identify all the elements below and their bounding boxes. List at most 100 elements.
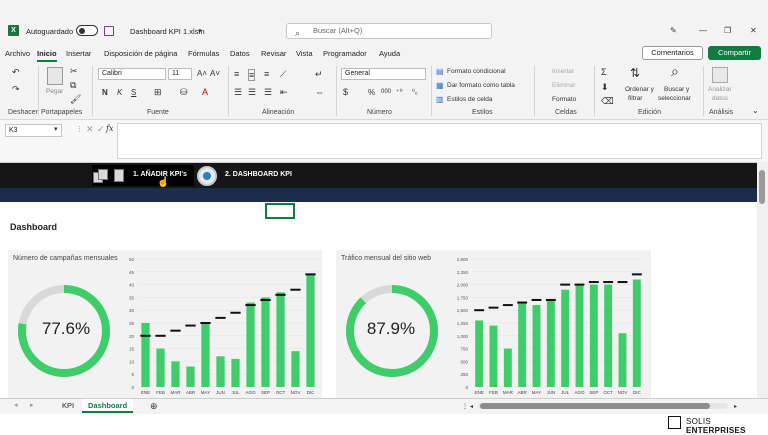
format-painter-icon[interactable]: 🖌 — [70, 94, 81, 104]
scroll-right-icon[interactable]: ▸ — [734, 402, 737, 412]
merge-icon[interactable]: ⇔ — [315, 87, 324, 97]
share-button[interactable]: Compartir — [708, 46, 761, 60]
number-format-field[interactable]: General — [341, 68, 426, 80]
menu-ayuda[interactable]: Ayuda — [379, 49, 400, 58]
analyze-label-1[interactable]: Analizar — [708, 86, 731, 93]
percent-button[interactable]: % — [368, 88, 375, 97]
horizontal-scrollbar[interactable] — [478, 403, 728, 409]
align-right-icon[interactable]: ☰ — [264, 87, 272, 97]
align-left-icon[interactable]: ☰ — [234, 87, 242, 97]
align-middle-icon[interactable]: ≡ — [248, 69, 256, 81]
cancel-icon[interactable]: ✕ — [86, 124, 94, 134]
horizontal-scroll-thumb[interactable] — [480, 403, 710, 409]
copy-icon[interactable]: ⧉ — [70, 80, 76, 90]
analyze-label-2[interactable]: datos — [712, 95, 728, 102]
more-tabs-icon[interactable]: ⋮ — [462, 402, 468, 412]
orientation-icon[interactable]: ⟋ — [280, 69, 286, 79]
indent-icon[interactable]: ⇤ — [280, 87, 288, 97]
add-sheet-icon[interactable]: ⊕ — [150, 401, 158, 411]
autosum-icon[interactable]: Σ — [601, 67, 607, 77]
underline-button[interactable]: S — [131, 88, 136, 97]
menu-inicio[interactable]: Inicio — [37, 49, 57, 62]
paste-icon[interactable] — [47, 67, 63, 85]
align-bottom-icon[interactable]: ≡ — [264, 69, 269, 79]
conditional-format-button[interactable]: Formato condicional — [447, 68, 506, 75]
pen-icon[interactable]: ✎ — [670, 26, 677, 35]
insert-function-icon[interactable]: fx — [106, 124, 113, 134]
search-box[interactable]: ⌕ Buscar (Alt+Q) — [286, 23, 492, 39]
fill-icon[interactable]: ⬇ — [601, 82, 609, 92]
menu-vista[interactable]: Vista — [296, 49, 313, 58]
vertical-scrollbar[interactable] — [757, 162, 768, 398]
menu-revisar[interactable]: Revisar — [261, 49, 286, 58]
format-as-table-button[interactable]: Dar formato como tabla — [447, 82, 515, 89]
undo-icon[interactable]: ↶ — [12, 67, 20, 77]
menu-archivo[interactable]: Archivo — [5, 49, 30, 58]
align-top-icon[interactable]: ≡ — [234, 69, 239, 79]
collapse-ribbon-icon[interactable]: ⌄ — [752, 106, 759, 116]
cut-icon[interactable]: ✂ — [70, 66, 78, 76]
increase-decimal-icon[interactable]: ⁺⁰ — [396, 88, 403, 98]
sort-filter-icon[interactable]: ⇅ — [630, 67, 640, 79]
scroll-left-icon[interactable]: ◂ — [470, 402, 473, 412]
currency-icon[interactable]: $ — [343, 87, 348, 97]
thousands-button[interactable]: 000 — [381, 89, 391, 95]
bold-button[interactable]: N — [102, 88, 108, 97]
vertical-scroll-thumb[interactable] — [759, 170, 765, 204]
campaigns-chart-tick-label: 30 — [129, 308, 135, 313]
wrap-text-icon[interactable]: ↵ — [315, 69, 323, 79]
number-group-label: Número — [367, 109, 392, 116]
confirm-icon[interactable]: ✓ — [97, 124, 105, 134]
delete-cells-button[interactable]: Eliminar — [552, 82, 575, 89]
font-size-field[interactable]: 11 — [168, 68, 192, 80]
next-sheet-icon[interactable]: ▸ — [30, 401, 34, 411]
save-icon[interactable] — [104, 26, 114, 36]
menu-formulas[interactable]: Fórmulas — [188, 49, 219, 58]
formula-input[interactable] — [117, 123, 762, 159]
file-name[interactable]: Dashboard KPI 1.xlsm — [130, 27, 205, 36]
redo-icon[interactable]: ↷ — [12, 84, 20, 94]
traffic-chart-bar — [546, 299, 555, 387]
traffic-chart-category-label: MAY — [532, 390, 541, 395]
cell-styles-button[interactable]: Estilos de celda — [447, 96, 493, 103]
fill-color-icon[interactable]: ⛁ — [180, 87, 188, 97]
sheet-area[interactable]: 1. AÑADIR KPI's ☝ 2. DASHBOARD KPI Dashb… — [0, 162, 757, 398]
traffic-chart-category-label: MAR — [503, 390, 514, 395]
format-table-icon: ▦ — [436, 81, 444, 90]
autosave-toggle[interactable] — [76, 25, 98, 36]
find-icon[interactable]: ⌕ — [671, 64, 679, 78]
sort-filter-label-1[interactable]: Ordenar y — [625, 86, 654, 93]
menu-programador[interactable]: Programador — [323, 49, 367, 58]
format-cells-button[interactable]: Formato — [552, 96, 576, 103]
find-select-label-2[interactable]: seleccionar — [658, 95, 691, 102]
clear-icon[interactable]: ⌫ — [601, 96, 614, 106]
menu-disposicion[interactable]: Disposición de página — [104, 49, 177, 58]
sheet-tab-kpi[interactable]: KPI — [56, 399, 80, 413]
analyze-data-icon[interactable] — [712, 67, 728, 83]
restore-icon[interactable]: ❐ — [724, 26, 731, 35]
italic-button[interactable]: K — [117, 88, 122, 97]
font-color-icon[interactable]: A — [202, 87, 208, 97]
grow-font-icon[interactable]: A˄ — [197, 69, 207, 79]
menu-insertar[interactable]: Insertar — [66, 49, 91, 58]
font-name-field[interactable]: Calibri — [98, 68, 166, 80]
menu-datos[interactable]: Datos — [230, 49, 250, 58]
paste-label[interactable]: Pegar — [46, 88, 63, 95]
close-icon[interactable]: ✕ — [750, 26, 757, 35]
prev-sheet-icon[interactable]: ◂ — [14, 401, 18, 411]
chevron-down-icon[interactable]: ▾ — [198, 27, 202, 35]
campaigns-chart-tick-label: 50 — [129, 257, 135, 262]
borders-icon[interactable]: ⊞ — [154, 87, 162, 97]
align-center-icon[interactable]: ☰ — [248, 87, 256, 97]
cells-group-label: Celdas — [555, 109, 577, 116]
decrease-decimal-icon[interactable]: ⁰₀ — [412, 88, 418, 98]
chevron-down-icon[interactable]: ▾ — [54, 125, 58, 135]
comments-button[interactable]: Comentarios — [642, 46, 703, 60]
minimize-icon[interactable]: — — [699, 26, 707, 35]
sort-filter-label-2[interactable]: filtrar — [628, 95, 642, 102]
search-placeholder: Buscar (Alt+Q) — [313, 26, 363, 35]
insert-cells-button[interactable]: Insertar — [552, 68, 574, 75]
shrink-font-icon[interactable]: A˅ — [210, 69, 220, 79]
sheet-tab-dashboard[interactable]: Dashboard — [82, 399, 134, 413]
find-select-label-1[interactable]: Buscar y — [664, 86, 689, 93]
